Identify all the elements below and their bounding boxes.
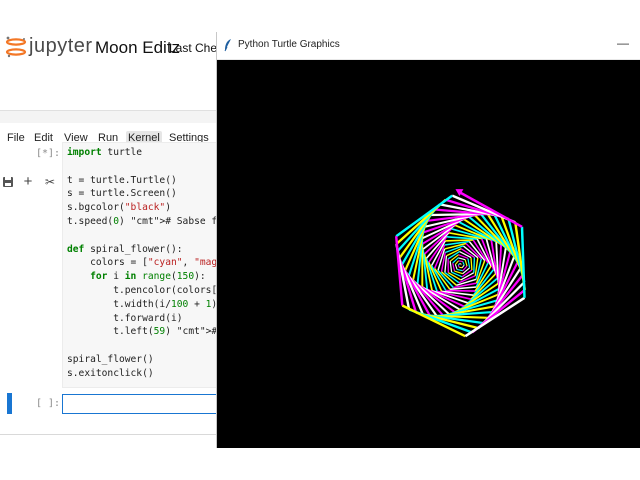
- turtle-graphics-window[interactable]: Python Turtle Graphics —: [216, 32, 640, 448]
- spiral-segment: [445, 239, 474, 242]
- code-line: t.width(i/100 + 1): [67, 298, 216, 310]
- notebook-title[interactable]: Moon Editz: [95, 38, 180, 58]
- code-line: s.bgcolor("black"): [67, 202, 171, 214]
- code-line: import turtle: [67, 147, 143, 158]
- notebook-bottom-border: [0, 434, 216, 435]
- spiral-segment: [470, 257, 473, 271]
- active-cell-indicator: [7, 393, 12, 414]
- add-cell-icon[interactable]: +: [20, 174, 36, 190]
- code-line: t.speed(0) "cmt"># Sabse fast spe: [67, 216, 216, 227]
- turtle-window-title: Python Turtle Graphics: [238, 39, 340, 50]
- notebook-top-gutter: [0, 111, 216, 123]
- menu-edit[interactable]: Edit: [32, 131, 55, 145]
- turtle-titlebar[interactable]: Python Turtle Graphics —: [217, 32, 640, 60]
- code-line: t = turtle.Turtle(): [67, 174, 177, 186]
- spiral-segment: [445, 289, 476, 292]
- cell-prompt-running: [*]:: [36, 148, 61, 159]
- canvas-background: [217, 60, 640, 448]
- code-line: t.left(59) "cmt"># Yeh sp: [67, 326, 216, 338]
- turtle-canvas[interactable]: [217, 60, 640, 448]
- jupyter-logo-icon: [5, 36, 27, 58]
- notebook-toolbar: + ✂ ▶ ■ ↻ ▶▶ Co: [0, 86, 216, 190]
- code-line: for i in range(150):: [90, 271, 206, 283]
- code-line: s.exitonclick(): [67, 367, 154, 379]
- save-icon[interactable]: [0, 174, 16, 190]
- jupyter-wordmark: jupyter: [29, 35, 93, 57]
- code-line: colors = ["cyan", "mage: [67, 257, 216, 269]
- empty-code-cell[interactable]: [62, 394, 217, 414]
- cut-icon[interactable]: ✂: [42, 174, 58, 190]
- cell-prompt-empty: [ ]:: [36, 398, 61, 409]
- menu-file[interactable]: File: [5, 131, 27, 145]
- feather-icon: [224, 39, 231, 52]
- code-line: s = turtle.Screen(): [67, 188, 177, 200]
- code-line: spiral_flower(): [67, 354, 154, 365]
- code-line: t.pencolor(colors[i: [67, 285, 216, 296]
- code-line: t.forward(i): [67, 312, 183, 324]
- menu-bar: File Edit View Run Kernel Settings: [0, 64, 216, 145]
- spiral-segment: [458, 260, 463, 263]
- code-line: def spiral_flower():: [67, 243, 183, 255]
- minimize-button[interactable]: —: [613, 36, 633, 54]
- spiral-segment: [473, 257, 476, 273]
